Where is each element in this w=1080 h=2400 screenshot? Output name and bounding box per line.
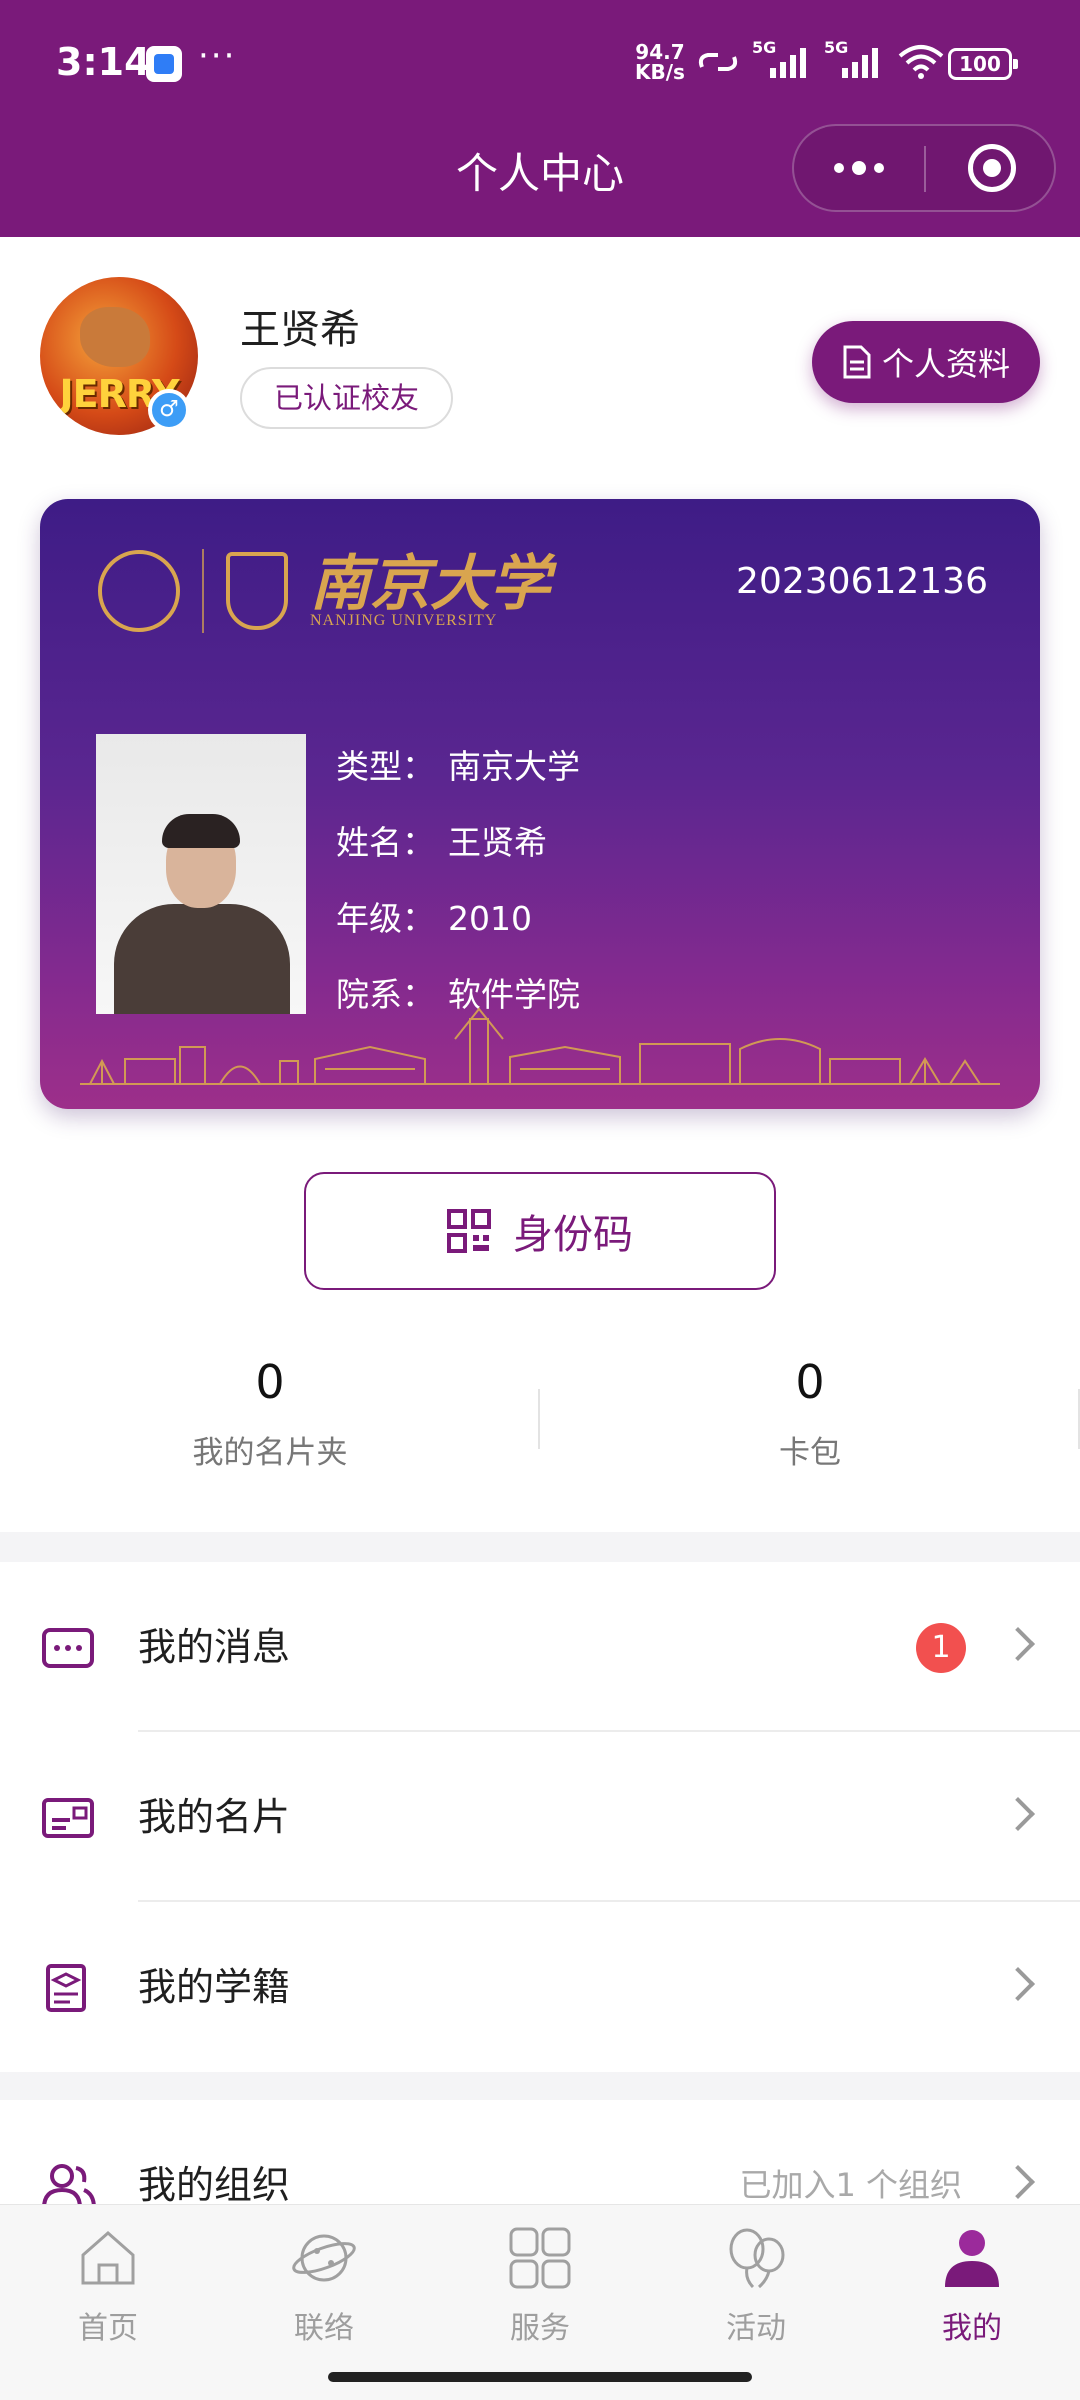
- stats-row: 0 我的名片夹 0 卡包: [0, 1347, 1080, 1507]
- photo-body: [114, 904, 290, 1014]
- university-emblem-icon: [98, 550, 180, 632]
- battery-icon: 100: [948, 48, 1018, 80]
- network-speed: 94.7 KB/s: [635, 42, 685, 82]
- wifi-icon: [898, 45, 944, 79]
- chevron-right-icon: [1001, 1627, 1035, 1661]
- home-indicator[interactable]: [328, 2372, 752, 2382]
- status-time: 3:14: [56, 40, 151, 84]
- campus-skyline-decoration: [80, 1007, 1000, 1085]
- tab-label: 我的: [942, 2311, 1002, 2346]
- bottom-navigation: 首页 联络 服务 活动 我的: [0, 2204, 1080, 2400]
- tab-label: 联络: [294, 2311, 354, 2346]
- menu-item-label: 我的消息: [138, 1625, 291, 1669]
- identity-code-label: 身份码: [513, 1212, 633, 1258]
- card-field-value: 南京大学: [448, 747, 580, 786]
- student-record-icon: [46, 1964, 86, 2012]
- document-icon: [843, 345, 871, 379]
- stat-value: 0: [255, 1355, 285, 1409]
- chevron-right-icon: [1001, 1967, 1035, 2001]
- photo-hair: [162, 814, 240, 848]
- menu-item-messages[interactable]: 我的消息 1: [0, 1562, 1080, 1732]
- tab-activities[interactable]: 活动: [648, 2219, 864, 2349]
- id-photo: [96, 734, 306, 1014]
- card-field-type: 类型： 南京大学: [336, 729, 580, 805]
- balloons-icon: [729, 2228, 785, 2289]
- menu-item-student-status[interactable]: 我的学籍: [0, 1902, 1080, 2072]
- app-notification-icon: [146, 46, 182, 82]
- card-field-value: 王贤希: [448, 823, 547, 862]
- tab-services[interactable]: 服务: [432, 2219, 648, 2349]
- card-field-value: 2010: [448, 899, 532, 938]
- user-name: 王贤希: [240, 307, 360, 353]
- logo-divider: [202, 549, 204, 633]
- tab-label: 活动: [726, 2311, 786, 2346]
- card-field-key: 类型：: [336, 747, 435, 786]
- profile-main: JERRY ♂ 王贤希 已认证校友 个人资料 南京大学 NANJING UNIV…: [0, 237, 1080, 1532]
- capsule-divider: [924, 146, 926, 192]
- stat-label: 我的名片夹: [192, 1435, 348, 1471]
- avatar-character: [80, 307, 150, 367]
- menu-section-primary: 我的消息 1 我的名片 我的学籍: [0, 1562, 1080, 2072]
- university-shield-icon: [226, 552, 288, 630]
- card-field-key: 姓名：: [336, 823, 435, 862]
- message-icon: [42, 1628, 94, 1668]
- planet-icon: [292, 2234, 356, 2282]
- profile-button-label: 个人资料: [881, 345, 1010, 383]
- chevron-right-icon: [1001, 1797, 1035, 1831]
- card-field-grade: 年级： 2010: [336, 881, 580, 957]
- profile-button[interactable]: 个人资料: [812, 321, 1040, 403]
- campus-id-card[interactable]: 南京大学 NANJING UNIVERSITY 20230612136 类型： 南…: [40, 499, 1040, 1109]
- signal-2: 5G: [824, 38, 884, 82]
- network-speed-unit: KB/s: [635, 60, 685, 84]
- stat-label: 卡包: [779, 1435, 841, 1471]
- business-card-icon: [42, 1798, 94, 1838]
- miniprogram-capsule: [792, 124, 1056, 212]
- identity-code-button[interactable]: 身份码: [304, 1172, 776, 1290]
- card-info: 类型： 南京大学 姓名： 王贤希 年级： 2010 院系： 软件学院: [336, 729, 580, 1033]
- user-icon: [945, 2230, 999, 2287]
- network-speed-value: 94.7: [635, 40, 685, 64]
- status-more: ···: [198, 36, 237, 76]
- menu-item-label: 我的学籍: [138, 1965, 291, 2009]
- verified-alumni-badge: 已认证校友: [240, 367, 454, 429]
- more-menu-button[interactable]: [794, 126, 924, 210]
- close-miniprogram-button[interactable]: [968, 144, 1016, 192]
- home-icon: [81, 2231, 135, 2285]
- link-icon: [698, 53, 738, 71]
- university-logo: 南京大学 NANJING UNIVERSITY: [98, 549, 550, 633]
- qr-code-icon: [447, 1209, 491, 1253]
- signal-2-label: 5G: [824, 38, 849, 57]
- card-field-name: 姓名： 王贤希: [336, 805, 580, 881]
- stat-value: 0: [795, 1355, 825, 1409]
- top-bar: 3:14 ··· 94.7 KB/s 5G 5G 100 个人中心: [0, 0, 1080, 237]
- grid-icon: [509, 2227, 571, 2289]
- tab-home[interactable]: 首页: [0, 2219, 216, 2349]
- male-icon: ♂: [148, 389, 190, 431]
- menu-item-label: 我的名片: [138, 1795, 291, 1839]
- signal-1-label: 5G: [752, 38, 777, 57]
- signal-1: 5G: [752, 38, 812, 82]
- battery-level: 100: [959, 52, 1001, 76]
- tab-contacts[interactable]: 联络: [216, 2219, 432, 2349]
- university-name-cn: 南京大学: [310, 549, 550, 619]
- card-number: 20230612136: [736, 561, 988, 602]
- menu-item-business-card[interactable]: 我的名片: [0, 1732, 1080, 1902]
- signal-group: 5G 5G: [696, 38, 946, 82]
- tab-mine[interactable]: 我的: [864, 2219, 1080, 2349]
- status-bar: 3:14 ··· 94.7 KB/s 5G 5G 100: [0, 0, 1080, 125]
- tab-label: 服务: [510, 2311, 570, 2346]
- chevron-right-icon: [1001, 2165, 1035, 2199]
- unread-count-badge: 1: [916, 1623, 966, 1673]
- stat-wallet[interactable]: 0 卡包: [540, 1347, 1080, 1472]
- card-field-key: 年级：: [336, 899, 435, 938]
- stat-card-holder[interactable]: 0 我的名片夹: [0, 1347, 540, 1472]
- tab-label: 首页: [78, 2311, 138, 2346]
